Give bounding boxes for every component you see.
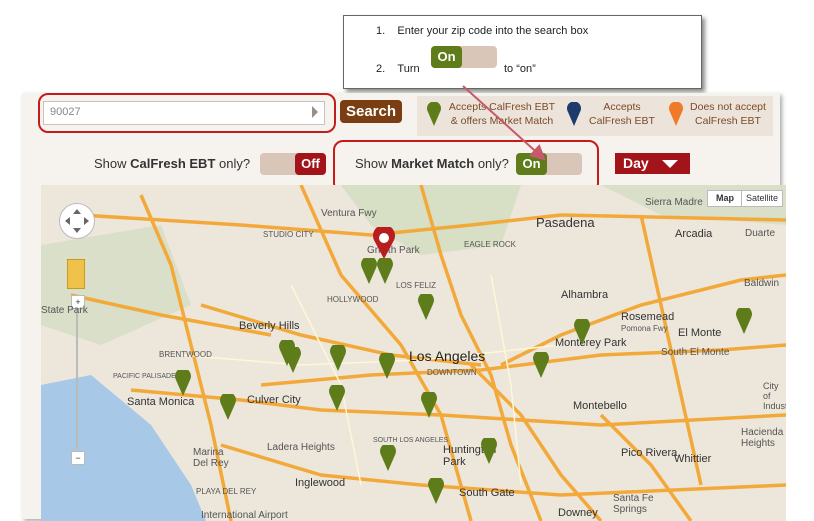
day-dropdown[interactable]: Day [615, 153, 690, 174]
instruction-callout: 1. Enter your zip code into the search b… [343, 15, 702, 89]
label-el-monte: El Monte [678, 327, 722, 339]
calfresh-toggle-knob: Off [295, 153, 326, 175]
market-pin[interactable] [379, 353, 395, 379]
legend-item-not-accept: Does not accept CalFresh EBT [690, 101, 766, 127]
label-marina: Marina Del Rey [193, 447, 229, 469]
label-studio-city: STUDIO CITY [263, 230, 314, 239]
market-pin[interactable] [285, 347, 301, 373]
market-pin[interactable] [380, 445, 396, 471]
label-culver-city: Culver City [247, 394, 301, 406]
label-eagle-rock: EAGLE ROCK [464, 240, 517, 249]
satellite-type-button[interactable]: Satellite [741, 190, 783, 207]
label-santa-monica: Santa Monica [127, 396, 195, 408]
callout-on-toggle: On [431, 46, 497, 68]
market-match-toggle-knob: On [516, 153, 547, 175]
label-south-el-monte: South El Monte [661, 347, 730, 358]
label-duarte: Duarte [745, 228, 776, 239]
label-alhambra: Alhambra [561, 289, 609, 301]
submit-arrow-icon[interactable] [312, 106, 318, 118]
label-los-angeles: Los Angeles [409, 348, 486, 364]
label-brentwood: BRENTWOOD [159, 350, 212, 359]
search-value: 90027 [50, 106, 81, 118]
label-state-park: State Park [41, 305, 88, 316]
label-inglewood: Inglewood [295, 477, 346, 489]
label-rosemead: Rosemead [621, 311, 675, 323]
label-city-industry: City of Industry [763, 381, 786, 411]
market-pin[interactable] [377, 258, 393, 284]
market-pin[interactable] [330, 345, 346, 371]
step-2: 2. Turn [376, 63, 420, 75]
step-1: 1. Enter your zip code into the search b… [376, 25, 589, 37]
search-button[interactable]: Search [340, 100, 402, 123]
label-sierra-madre: Sierra Madre [645, 197, 703, 208]
market-pin[interactable] [428, 478, 444, 504]
label-santa-fe: Santa Fe Springs [613, 493, 654, 515]
calfresh-filter-label: Show CalFresh EBT only? [94, 156, 251, 171]
orange-pin-icon [669, 102, 683, 126]
label-montebello: Montebello [573, 400, 627, 412]
label-pomona-fwy: Pomona Fwy [621, 324, 668, 333]
current-location-marker[interactable] [372, 227, 396, 259]
market-pin[interactable] [421, 392, 437, 418]
label-hollywood: HOLLYWOOD [327, 295, 379, 304]
label-baldwin: Baldwin [744, 278, 780, 289]
label-playa: PLAYA DEL REY [196, 487, 257, 496]
market-pin[interactable] [533, 352, 549, 378]
map-type-button[interactable]: Map [707, 190, 743, 207]
label-monterey-park: Monterey Park [555, 337, 627, 349]
pan-control[interactable] [59, 203, 95, 239]
label-lax: International Airport [201, 510, 288, 521]
legend: Accepts CalFresh EBT & offers Market Mat… [417, 96, 773, 136]
label-hacienda: Hacienda Heights [741, 427, 784, 449]
market-pin[interactable] [481, 438, 497, 464]
chevron-down-icon [662, 160, 678, 168]
market-pin[interactable] [329, 385, 345, 411]
label-beverly-hills: Beverly Hills [239, 320, 300, 332]
step-2-suffix: to “on” [504, 63, 536, 75]
label-downtown: DOWNTOWN [427, 368, 477, 377]
label-south-la: SOUTH LOS ANGELES [373, 437, 449, 444]
label-pico-rivera: Pico Rivera [621, 447, 678, 459]
market-match-toggle[interactable]: On [516, 153, 582, 175]
label-pasadena: Pasadena [536, 215, 595, 230]
market-pin[interactable] [175, 370, 191, 396]
label-arcadia: Arcadia [675, 228, 713, 240]
market-pin[interactable] [361, 258, 377, 284]
market-pin[interactable] [736, 308, 752, 334]
map[interactable]: + − Map Satellite Pasadena Sierra Madre … [41, 185, 786, 521]
label-pacific-pal: PACIFIC PALISADES [113, 373, 181, 380]
green-pin-icon [427, 102, 441, 126]
label-los-feliz: LOS FELIZ [396, 281, 437, 290]
market-pin[interactable] [418, 294, 434, 320]
label-freeway: Ventura Fwy [321, 208, 377, 219]
label-whittier: Whittier [674, 453, 712, 465]
zoom-out-button[interactable]: − [71, 451, 85, 465]
legend-item-accepts: Accepts CalFresh EBT [589, 101, 655, 127]
label-downey: Downey [558, 507, 598, 519]
zoom-slider-track[interactable] [76, 309, 78, 449]
label-ladera-heights: Ladera Heights [267, 442, 335, 453]
label-south-gate: South Gate [459, 487, 515, 499]
market-pin[interactable] [220, 394, 236, 420]
street-view-pegman-icon[interactable] [67, 259, 85, 289]
market-match-filter-label: Show Market Match only? [355, 156, 509, 171]
market-pin[interactable] [574, 319, 590, 345]
callout-toggle-knob: On [431, 46, 462, 68]
calfresh-toggle[interactable]: Off [260, 153, 326, 175]
navy-pin-icon [567, 102, 581, 126]
legend-item-market-match: Accepts CalFresh EBT & offers Market Mat… [448, 101, 556, 127]
search-input[interactable]: 90027 [43, 101, 325, 125]
pan-arrows-icon [65, 209, 89, 233]
